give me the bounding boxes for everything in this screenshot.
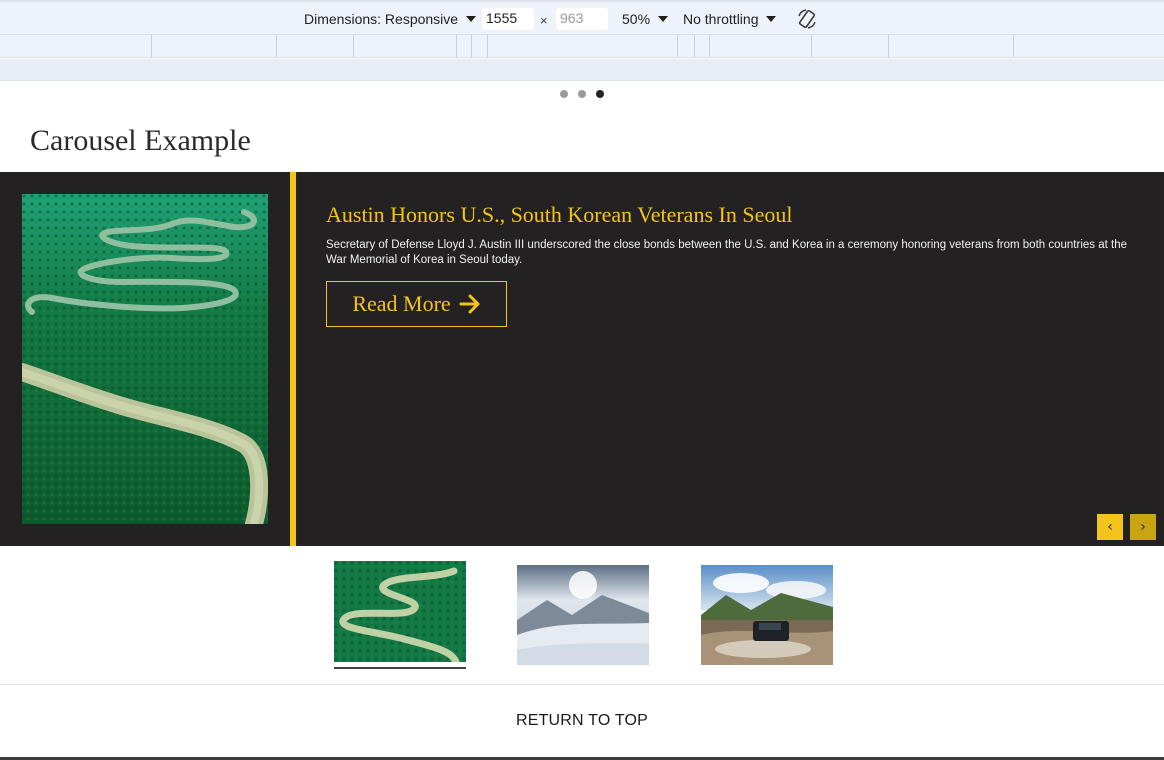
slide-title: Austin Honors U.S., South Korean Veteran… [326,202,793,227]
media-query-segment[interactable] [487,35,488,57]
media-query-segment[interactable] [151,35,152,57]
media-query-segment[interactable] [1013,35,1014,57]
media-query-segment[interactable] [456,35,457,57]
throttling-dropdown[interactable]: No throttling [683,2,777,35]
media-query-segment[interactable] [471,35,472,57]
jeep-river-crossing-thumbnail[interactable] [701,565,833,665]
dimensions-label: Dimensions: Responsive [304,10,459,27]
chevron-left-icon: ‹ [1107,519,1113,535]
read-more-label: Read More [352,291,451,316]
media-query-segment[interactable] [353,35,354,57]
indicator-dot[interactable] [578,90,586,98]
throttling-label: No throttling [683,10,759,27]
read-more-button[interactable]: Read More [326,281,507,327]
media-query-segment[interactable] [709,35,710,57]
times-symbol: × [540,13,548,28]
prev-slide-button[interactable]: ‹ [1097,514,1123,540]
media-query-segment[interactable] [811,35,812,57]
slide-description: Secretary of Defense Lloyd J. Austin III… [326,239,1127,266]
next-slide-button[interactable]: › [1130,514,1156,540]
media-query-segment[interactable] [276,35,277,57]
thumbnail-strip [0,546,1164,684]
river-aerial-thumbnail[interactable] [334,561,466,662]
media-query-segment[interactable] [694,35,695,57]
dimensions-dropdown[interactable]: Dimensions: Responsive [304,2,477,35]
carousel-indicators [560,90,604,98]
rotate-button[interactable] [796,2,818,35]
snowy-mountain-thumbnail[interactable] [517,565,649,665]
devtools-toolbar: Dimensions: Responsive 1555 × 963 50% No… [0,0,1164,35]
media-query-segment[interactable] [677,35,678,57]
width-input[interactable]: 1555 [482,8,534,30]
height-input[interactable]: 963 [556,8,608,30]
indicator-dot[interactable] [560,90,568,98]
rotate-icon [798,8,816,29]
zoom-label: 50% [622,10,651,27]
page-title: Carousel Example [30,124,251,157]
zoom-dropdown[interactable]: 50% [622,2,669,35]
footer-divider [0,684,1164,685]
carousel: Austin Honors U.S., South Korean Veteran… [0,172,1164,546]
chevron-down-icon [766,15,777,22]
arrow-right-icon [459,294,480,314]
media-query-segment[interactable] [888,35,889,57]
river-aerial-image [22,194,268,524]
chevron-right-icon: › [1140,519,1146,535]
media-query-bar [0,35,1164,58]
indicator-dot-active[interactable] [596,90,604,98]
chevron-down-icon [658,15,669,22]
ruler-bar [0,59,1164,81]
chevron-down-icon [466,15,477,22]
selected-thumbnail-indicator [334,667,466,669]
accent-divider [290,172,296,546]
return-to-top-link[interactable]: RETURN TO TOP [0,712,1164,730]
